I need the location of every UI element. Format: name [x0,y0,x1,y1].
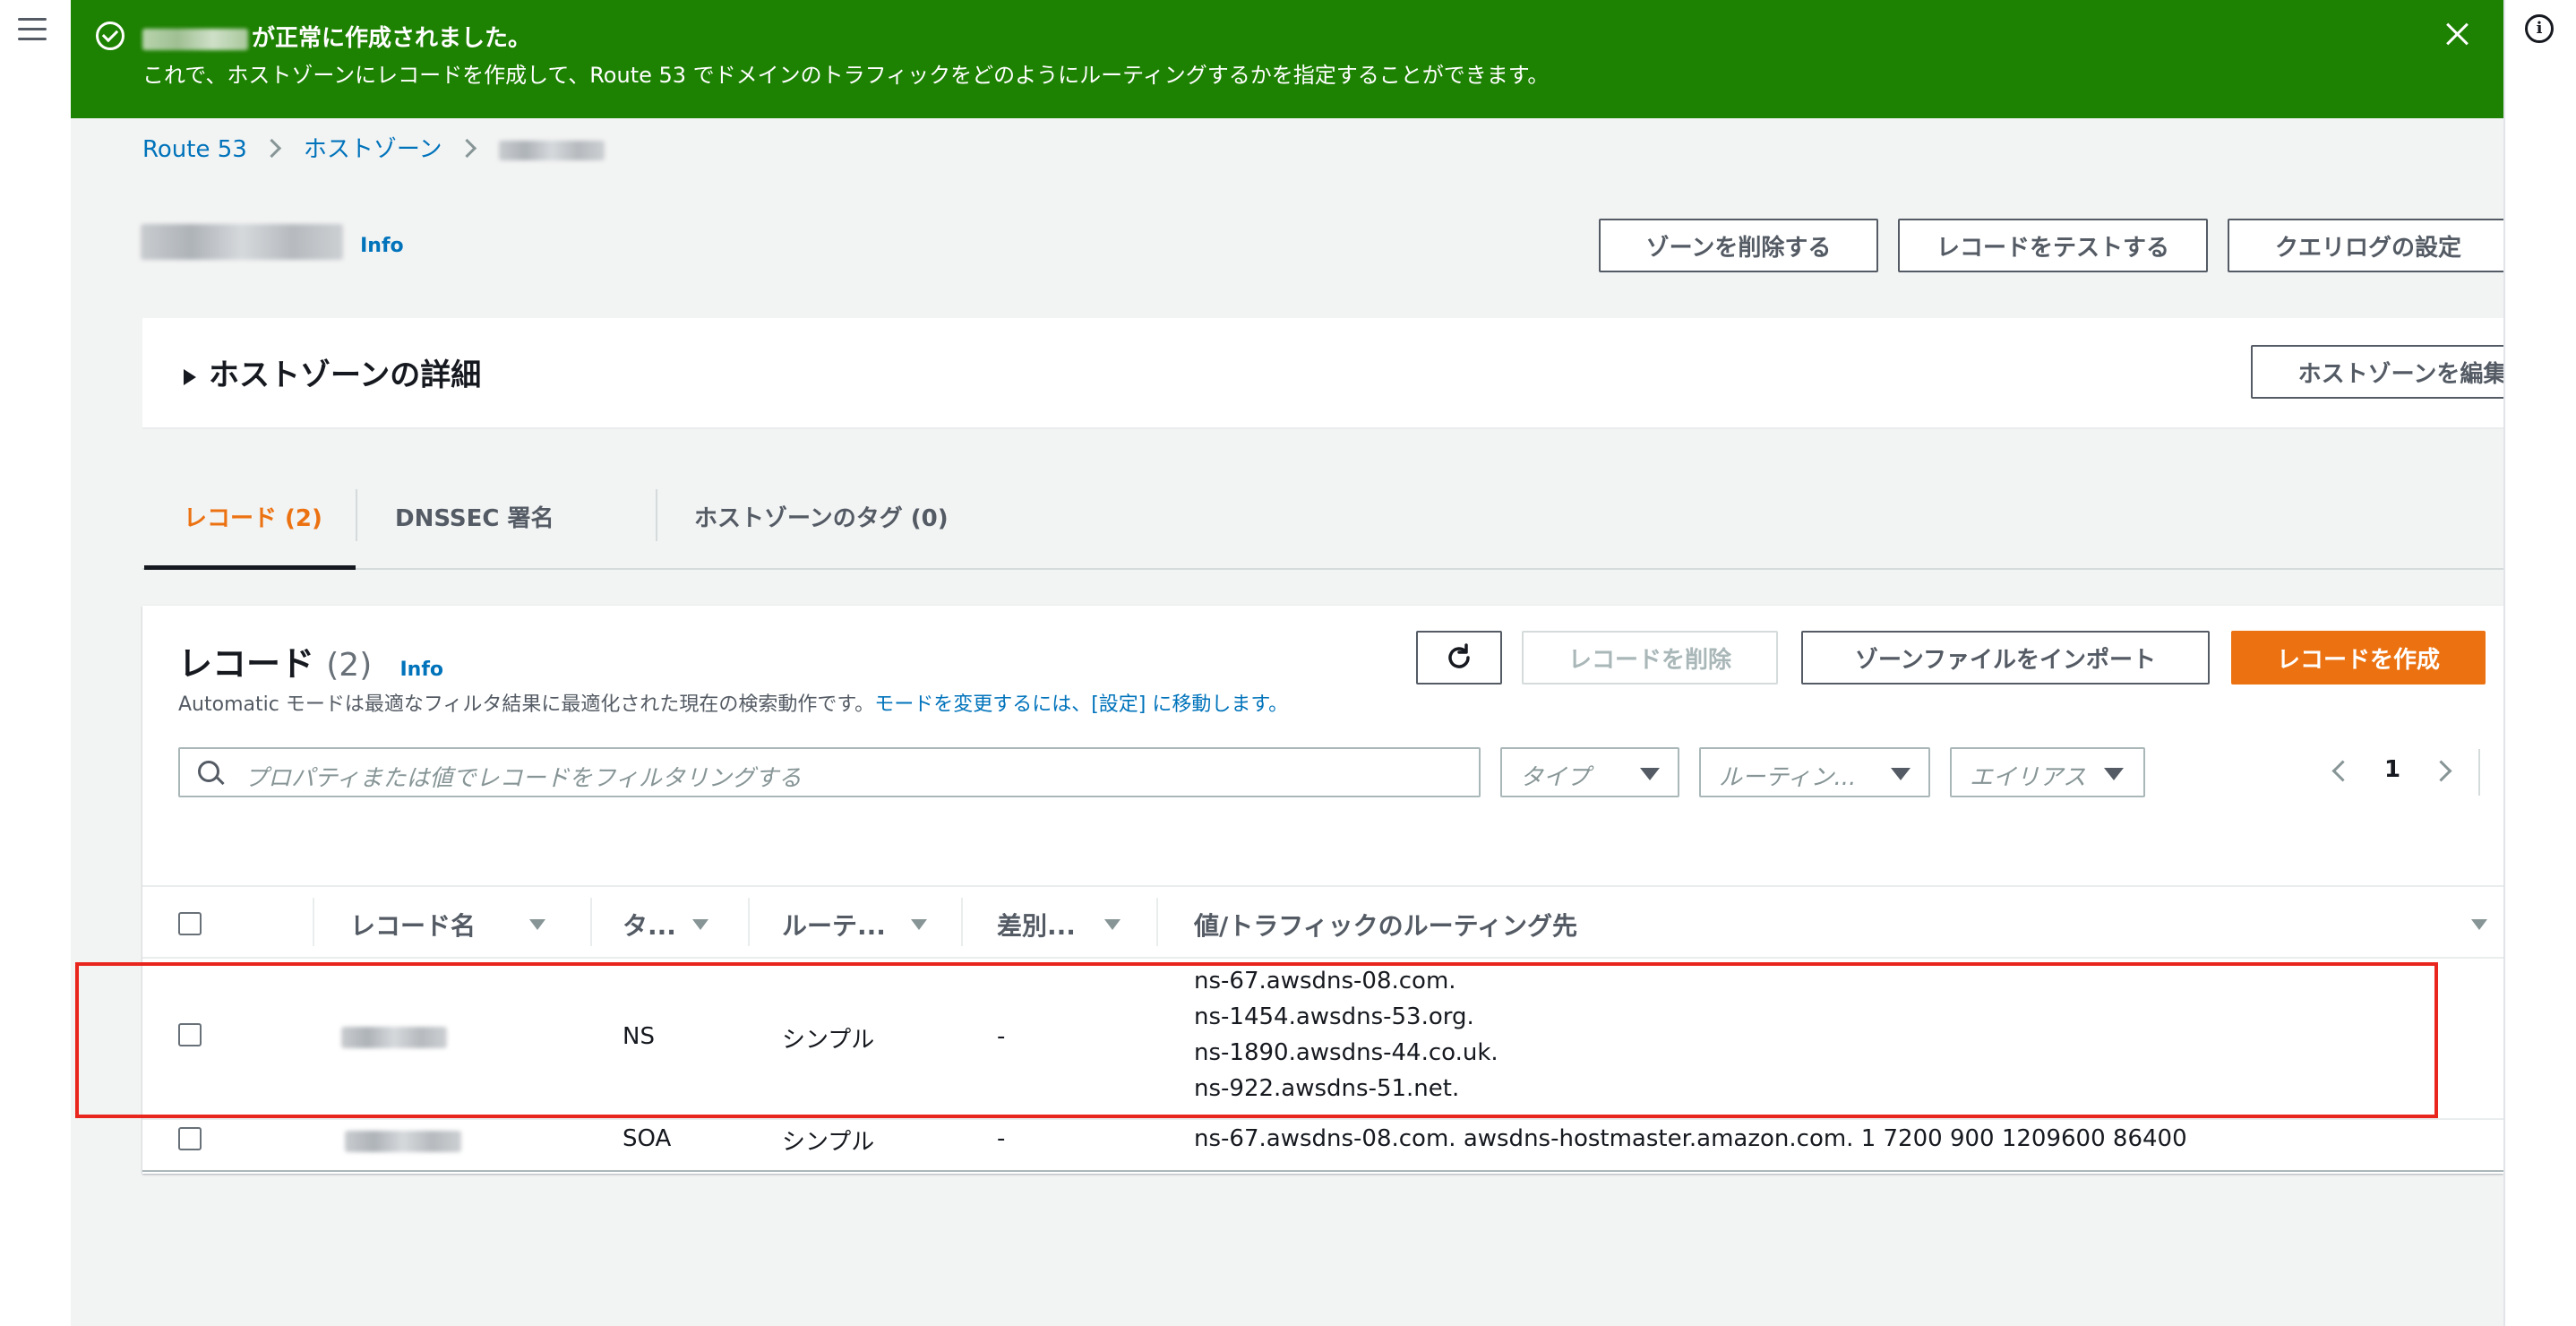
alias-filter-select[interactable]: エイリアス [1950,747,2145,797]
column-divider [1156,898,1158,946]
table-top-border [142,885,2503,887]
delete-zone-button[interactable]: ゾーンを削除する [1599,219,1878,272]
highlight-annotation [75,962,2438,1118]
right-rail: i [2503,0,2576,1326]
page-number[interactable]: 1 [2384,756,2400,783]
chevron-right-icon [262,138,281,159]
column-header-value[interactable]: 値/トラフィックのルーティング先 [1194,907,1577,943]
refresh-button[interactable] [1416,631,1502,685]
row-checkbox[interactable] [178,1127,202,1150]
records-title: レコード (2) Info [178,644,444,684]
tab-divider [656,489,657,541]
sort-caret-icon[interactable] [529,919,545,930]
routing-filter-select[interactable]: ルーティン... [1699,747,1930,797]
breadcrumb: Route 53 ホストゾーン [142,131,605,164]
sort-caret-icon[interactable] [1104,919,1121,930]
search-placeholder: プロパティまたは値でレコードをフィルタリングする [245,765,802,792]
close-icon[interactable] [2443,20,2471,48]
select-all-checkbox[interactable] [178,912,202,935]
column-header-routing[interactable]: ルーテ... [782,907,886,943]
row-divider [142,1118,2503,1120]
flash-body: これで、ホストゾーンにレコードを作成して、Route 53 でドメインのトラフィ… [142,63,1550,88]
tab-divider [356,489,357,541]
tab-active-indicator [144,565,356,570]
sort-caret-icon[interactable] [692,919,708,930]
pager-divider [2478,749,2480,796]
flash-title: が正常に作成されました。 [142,20,531,53]
caret-down-icon [2104,768,2124,780]
redacted-zone-name [142,28,248,50]
info-link[interactable]: Info [360,235,404,257]
record-differentiator: - [997,1125,1006,1152]
query-log-button[interactable]: クエリログの設定 [2228,219,2509,272]
caret-down-icon [1891,768,1911,780]
record-routing: シンプル [782,1129,875,1156]
tab-records[interactable]: レコード (2) [184,500,322,533]
import-zone-file-button[interactable]: ゾーンファイルをインポート [1801,631,2210,685]
tab-tags[interactable]: ホストゾーンのタグ (0) [694,500,949,533]
info-icon[interactable]: i [2525,14,2554,43]
test-record-button[interactable]: レコードをテストする [1898,219,2208,272]
column-divider [961,898,963,946]
tab-dnssec[interactable]: DNSSEC 署名 [395,500,554,533]
type-filter-select[interactable]: タイプ [1500,747,1679,797]
records-count: (2) [326,647,373,684]
chevron-left-icon[interactable] [2331,760,2354,782]
refresh-icon [1448,643,1470,668]
chevron-right-icon[interactable] [2430,760,2452,782]
tabs: レコード (2) DNSSEC 署名 ホストゾーンのタグ (0) [142,466,2503,570]
success-flash: が正常に作成されました。 これで、ホストゾーンにレコードを作成して、Route … [71,0,2503,118]
column-header-differentiator[interactable]: 差別... [997,907,1076,943]
redacted-page-title [141,224,343,260]
record-type: SOA [623,1125,672,1152]
record-filter-search[interactable]: プロパティまたは値でレコードをフィルタリングする [178,747,1481,797]
main-content: が正常に作成されました。 これで、ホストゾーンにレコードを作成して、Route … [71,0,2554,1326]
create-record-button[interactable]: レコードを作成 [2231,631,2486,685]
header-divider [142,957,2503,959]
record-value: ns-67.awsdns-08.com. awsdns-hostmaster.a… [1194,1125,2187,1152]
column-divider [313,898,314,946]
column-divider [748,898,750,946]
sort-caret-icon[interactable] [2471,919,2487,930]
records-info-link[interactable]: Info [399,659,443,681]
column-divider [590,898,592,946]
breadcrumb-route53[interactable]: Route 53 [142,136,247,163]
column-header-record-name[interactable]: レコード名 [350,907,476,943]
hosted-zone-details-panel: ホストゾーンの詳細 ホストゾーンを編集 [142,318,2554,429]
search-icon [198,761,219,782]
caret-down-icon [1640,768,1660,780]
caret-right-icon [184,368,196,385]
hosted-zone-details-toggle[interactable]: ホストゾーンの詳細 [184,350,481,394]
page-title: Info [141,224,404,260]
records-description: Automatic モードは最適なフィルタ結果に最適化された現在の検索動作です。… [178,693,1289,716]
settings-link[interactable]: モードを変更するには、[設定] に移動します。 [874,693,1288,716]
breadcrumb-hosted-zones[interactable]: ホストゾーン [304,136,442,163]
redacted-breadcrumb-zone [498,140,605,160]
delete-records-button[interactable]: レコードを削除 [1522,631,1778,685]
redacted-record-name [345,1131,461,1152]
table-bottom-border [142,1170,2503,1172]
sort-caret-icon[interactable] [911,919,927,930]
left-rail [0,0,73,1326]
check-circle-icon [96,22,125,50]
column-header-type[interactable]: タ... [623,907,676,943]
chevron-right-icon [457,138,477,159]
menu-icon[interactable] [18,18,47,43]
